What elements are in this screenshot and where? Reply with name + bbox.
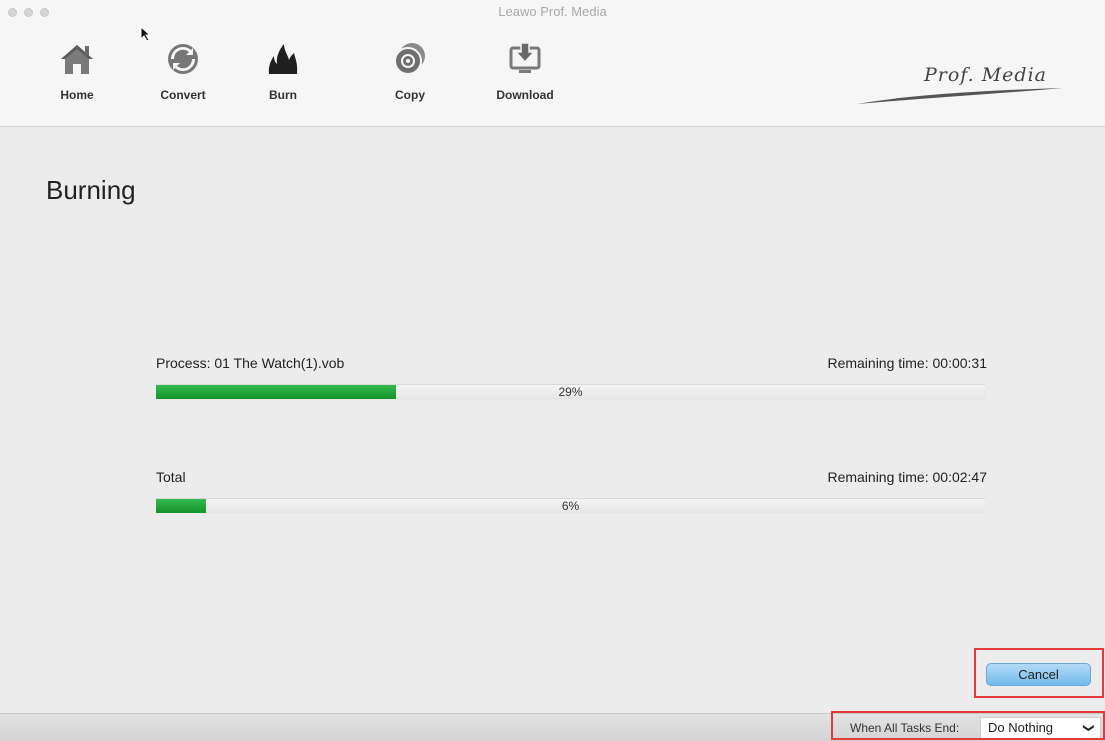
process-percent: 29% (558, 385, 583, 399)
toolbar-download-button[interactable]: Download (485, 42, 565, 102)
toolbar-convert-button[interactable]: Convert (143, 42, 223, 102)
download-icon (509, 42, 541, 73)
copy-icon (394, 43, 425, 75)
total-percent: 6% (561, 499, 580, 513)
toolbar-copy-button[interactable]: Copy (370, 42, 450, 102)
total-progress-bar: 6% (156, 498, 985, 514)
process-remaining-time: Remaining time: 00:00:31 (827, 355, 987, 371)
brand-logo-text: Prof. Media (923, 64, 1047, 86)
title-bar: Leawo Prof. Media (0, 0, 1105, 24)
total-remaining-time: Remaining time: 00:02:47 (827, 469, 987, 485)
process-progress-bar: 29% (156, 384, 985, 400)
main-toolbar: Home Convert Burn Copy Download Prof. Me… (0, 24, 1105, 127)
toolbar-download-label: Download (496, 88, 554, 102)
brand-swoosh-decoration (857, 88, 1063, 104)
convert-icon (168, 44, 198, 74)
total-label: Total (156, 469, 186, 485)
toolbar-home-label: Home (60, 88, 94, 102)
toolbar-burn-button[interactable]: Burn (243, 42, 323, 102)
cancel-button[interactable]: Cancel (986, 663, 1091, 686)
page-title: Burning (46, 175, 136, 205)
home-icon (61, 45, 93, 74)
window-title: Leawo Prof. Media (498, 4, 607, 19)
tasks-end-highlight-box (831, 711, 1105, 740)
toolbar-copy-label: Copy (395, 88, 425, 102)
toolbar-burn-label: Burn (269, 88, 297, 102)
mouse-cursor-icon (140, 26, 152, 42)
toolbar-home-button[interactable]: Home (37, 42, 117, 102)
burn-icon (268, 44, 298, 74)
toolbar-convert-label: Convert (160, 88, 206, 102)
process-file-label: Process: 01 The Watch(1).vob (156, 355, 345, 371)
